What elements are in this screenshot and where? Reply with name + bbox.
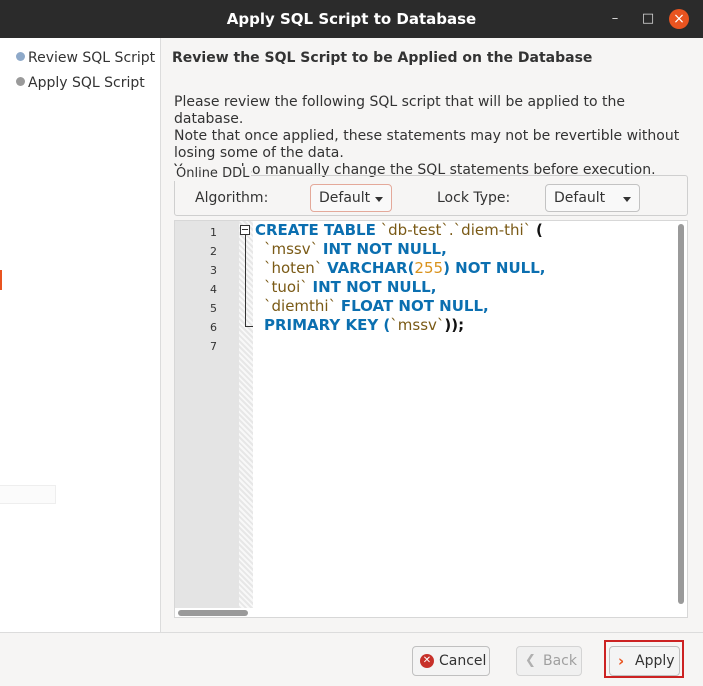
sql-identifier: `db-test`.`diem-thi` [380,221,532,239]
chevron-down-icon [375,197,383,202]
step-label: Review SQL Script [28,50,156,66]
cancel-label: Cancel [439,653,487,669]
maximize-icon[interactable]: □ [638,9,658,29]
sql-identifier: `hoten` [264,259,323,277]
lock-type-dropdown[interactable]: Default [545,184,640,212]
sql-keyword: FLOAT NOT NULL, [340,297,489,315]
sql-keyword: INT NOT NULL, [322,240,447,258]
line-number-gutter: 1 2 3 4 5 6 7 [175,221,239,608]
line-number: 4 [210,283,217,296]
title-bar: Apply SQL Script to Database – □ × [0,0,703,38]
code-line-4: `tuoi` INT NOT NULL, [264,278,436,297]
back-label: Back [543,653,577,669]
apply-button[interactable]: › Apply [609,646,680,676]
line-number: 3 [210,264,217,277]
minimize-icon[interactable]: – [605,9,625,29]
wizard-steps-sidebar: Review SQL Script Apply SQL Script [0,38,161,632]
chevron-left-icon: ❮ [525,653,536,668]
background-panel-fragment [0,485,56,504]
step-review-sql-script: Review SQL Script [16,50,155,66]
lock-type-value: Default [554,190,606,206]
step-apply-sql-script: Apply SQL Script [16,75,145,91]
code-line-5: `diemthi` FLOAT NOT NULL, [264,297,489,316]
code-line-2: `mssv` INT NOT NULL, [264,240,447,259]
code-line-1: CREATE TABLE `db-test`.`diem-thi` ( [255,221,543,240]
description-line: losing some of the data. [174,145,344,161]
cancel-icon: ✕ [420,654,434,668]
sql-keyword: ) NOT NULL, [443,259,546,277]
chevron-down-icon [623,197,631,202]
horizontal-scrollbar[interactable] [178,610,248,616]
sql-keyword: VARCHAR( [327,259,415,277]
code-line-6: PRIMARY KEY (`mssv`)); [264,316,464,335]
close-icon[interactable]: × [669,9,689,29]
sql-identifier: `mssv` [390,316,445,334]
footer-divider [0,632,703,633]
step-inactive-dot-icon [16,77,25,86]
online-ddl-legend: Online DDL [174,166,252,181]
sql-number: 255 [414,259,444,277]
code-line-3: `hoten` VARCHAR(255) NOT NULL, [264,259,545,278]
back-button[interactable]: ❮ Back [516,646,582,676]
algorithm-value: Default [319,190,371,206]
fold-guide-end [245,326,253,327]
fold-margin [239,221,253,608]
step-active-dot-icon [16,52,25,61]
line-number: 1 [210,226,217,239]
sql-identifier: `diemthi` [264,297,337,315]
sql-identifier: `mssv` [264,240,319,258]
chevron-right-icon: › [618,652,625,670]
sql-keyword: PRIMARY KEY ( [264,316,391,334]
vertical-scrollbar[interactable] [678,224,684,604]
description-line: Please review the following SQL script t… [174,94,626,127]
description-line: Note that once applied, these statements… [174,128,680,144]
line-number: 5 [210,302,217,315]
algorithm-dropdown[interactable]: Default [310,184,392,212]
step-label: Apply SQL Script [28,75,145,91]
line-number: 2 [210,245,217,258]
algorithm-label: Algorithm: [195,190,269,206]
fold-collapse-icon[interactable] [240,225,250,235]
sql-keyword: CREATE TABLE [255,221,376,239]
cancel-button[interactable]: ✕ Cancel [412,646,490,676]
window-title: Apply SQL Script to Database [226,10,477,28]
lock-type-label: Lock Type: [437,190,511,206]
sql-keyword: INT NOT NULL, [312,278,437,296]
sql-editor[interactable]: 1 2 3 4 5 6 7 CREATE TABLE `db-test`.`di… [174,220,688,618]
line-number: 6 [210,321,217,334]
fold-guide [245,235,246,327]
sql-identifier: `tuoi` [264,278,308,296]
line-number: 7 [210,340,217,353]
sql-punctuation: )); [444,316,465,334]
background-accent-fragment [0,270,2,290]
apply-label: Apply [635,653,675,669]
page-title: Review the SQL Script to be Applied on t… [172,50,593,66]
sql-punctuation: ( [535,221,543,239]
